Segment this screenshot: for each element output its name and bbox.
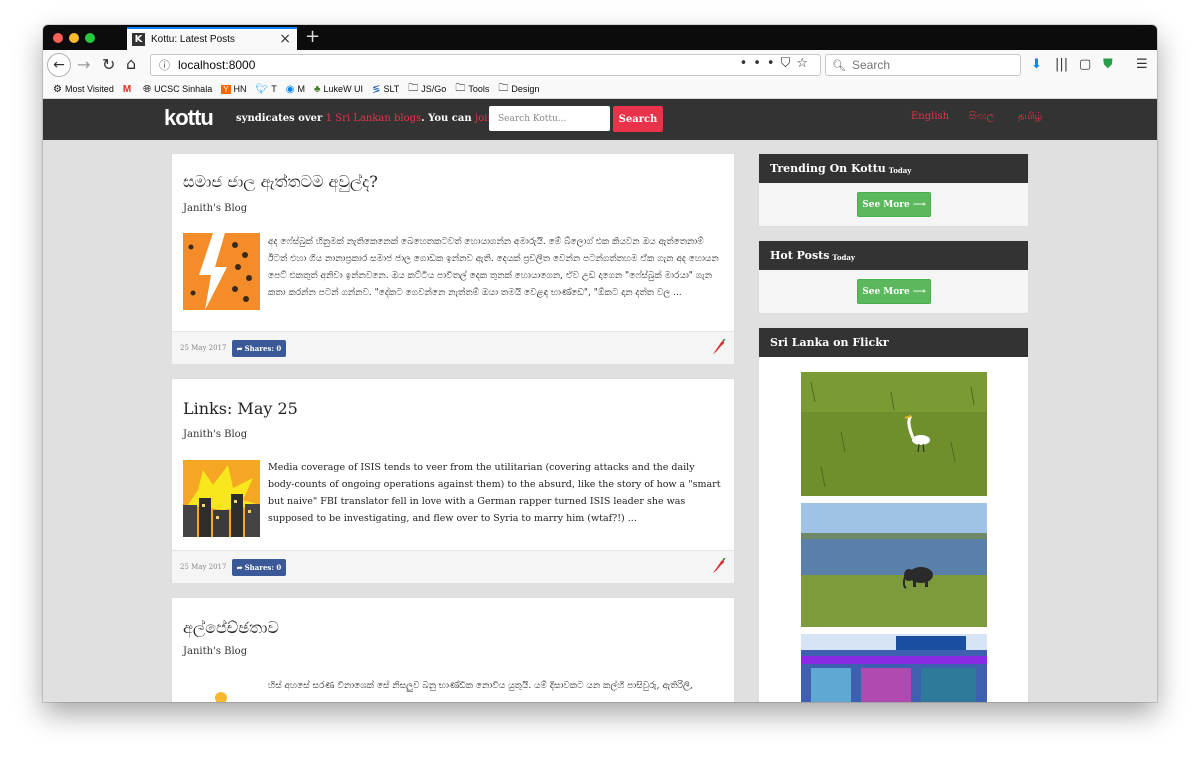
kottu-logo[interactable]: kottu	[164, 105, 214, 131]
post-title[interactable]: Links: May 25	[183, 399, 298, 418]
blogs-link[interactable]: 1 Sri Lankan blogs	[326, 113, 421, 124]
flickr-photo-egret[interactable]	[801, 372, 987, 496]
reload-button[interactable]: ↻	[102, 55, 115, 74]
gear-icon: ⚙	[53, 83, 62, 95]
post-excerpt: Media coverage of ISIS tends to veer fro…	[268, 462, 721, 524]
flickr-widget-title: Sri Lanka on Flickr	[759, 328, 1028, 357]
post-thumbnail-city[interactable]	[183, 460, 260, 537]
bookmark-messenger[interactable]: ◉ M	[286, 84, 305, 95]
forward-button[interactable]: →	[77, 55, 90, 74]
kottu-search-button[interactable]: Search	[613, 106, 663, 132]
kottu-favicon-icon: K	[132, 33, 145, 46]
search-icon: 🔍︎	[832, 58, 846, 72]
kottu-search-input[interactable]: Search Kottu...	[489, 106, 610, 131]
bookmarks-bar: ⚙ Most Visited M 🌐︎ UCSC Sinhala Y HN 🐦︎ T ◉…	[43, 80, 1157, 99]
browser-search-placeholder: Search	[851, 58, 890, 72]
folder-icon: 🗀	[455, 82, 466, 94]
post-card: Links: May 25 Janith's Blog Media covera…	[171, 378, 735, 583]
post-title[interactable]: අල්පේච්ඡතාව	[183, 618, 279, 638]
bookmark-twitter[interactable]: 🐦︎ T	[256, 84, 277, 95]
post-excerpt: අද ෆේස්බුක් හිනුමක් නැතිකෙනෙක් බෙහෙතකටවත…	[268, 237, 719, 298]
post-title[interactable]: සමාජ ජාල ඇත්තටම අවුල්ද?	[183, 172, 378, 192]
post-card: අල්පේච්ඡතාව Janith's Blog හිස් අහසේ සරණ …	[171, 597, 735, 702]
slt-icon: ≶	[372, 83, 381, 95]
bookmark-tools[interactable]: 🗀 Tools	[455, 81, 489, 98]
trending-see-more-button[interactable]: See More ⟶	[857, 192, 931, 217]
post-date: 25 May 2017	[180, 563, 227, 571]
language-sinhala-link[interactable]: සිංහල	[969, 111, 994, 122]
lukew-icon: ♣	[313, 83, 321, 95]
hot-posts-widget: Hot Posts Today See More ⟶	[758, 240, 1029, 314]
messenger-icon: ◉	[285, 83, 295, 95]
share-arrow-icon: ➦	[236, 563, 243, 572]
bookmark-ucsc-sinhala[interactable]: 🌐︎ UCSC Sinhala	[143, 84, 212, 95]
back-button[interactable]: ←	[47, 53, 71, 77]
bookmark-slt[interactable]: ≶ SLT	[372, 84, 399, 95]
hot-posts-widget-title: Hot Posts Today	[759, 241, 1028, 270]
info-icon[interactable]: ⓘ	[159, 57, 170, 73]
folder-icon: 🗀	[408, 82, 419, 94]
browser-search-field[interactable]: 🔍︎ Search	[825, 54, 1021, 76]
post-thumbnail-lightning[interactable]	[183, 233, 260, 310]
bookmark-js-go[interactable]: 🗀 JS/Go	[408, 81, 446, 98]
home-button[interactable]: ⌂	[126, 54, 136, 73]
language-english-link[interactable]: English	[911, 111, 949, 122]
navigation-bar: ← → ↻ ⌂ ⓘ localhost:8000 •••⛉☆ 🔍︎ Search…	[43, 50, 1157, 80]
download-icon[interactable]: ⬇	[1031, 57, 1042, 72]
site-header: kottu syndicates over 1 Sri Lankan blogs…	[43, 99, 1157, 140]
page-actions-icon[interactable]: •••⛉☆	[740, 56, 814, 71]
flickr-photo-elephant[interactable]	[801, 503, 987, 627]
chili-icon	[713, 339, 726, 354]
tab-strip: K Kottu: Latest Posts × +	[43, 25, 1157, 50]
chili-icon	[713, 558, 726, 573]
post-thumbnail[interactable]	[183, 676, 260, 702]
twitter-icon: 🐦︎	[255, 83, 269, 95]
bookmark-hn[interactable]: Y HN	[221, 84, 247, 94]
menu-icon[interactable]: ☰	[1136, 57, 1148, 72]
flickr-widget: Sri Lanka on Flickr	[758, 327, 1029, 702]
hn-icon: Y	[221, 84, 231, 94]
post-blog-name[interactable]: Janith's Blog	[183, 646, 247, 657]
post-footer: 25 May 2017 ➦ Shares: 0	[172, 550, 734, 583]
site-tagline: syndicates over 1 Sri Lankan blogs. You …	[236, 113, 517, 124]
flickr-photo-shop[interactable]	[801, 634, 987, 702]
language-tamil-link[interactable]: தமிழ்	[1018, 111, 1042, 123]
gmail-icon: M	[122, 83, 132, 95]
share-button[interactable]: ➦ Shares: 0	[232, 559, 286, 576]
folder-icon: 🗀	[498, 82, 509, 94]
tab-kottu[interactable]: K Kottu: Latest Posts ×	[127, 27, 297, 50]
new-tab-icon[interactable]: +	[305, 26, 320, 47]
content-area: සමාජ ජාල ඇත්තටම අවුල්ද? Janith's Blog අද…	[43, 140, 1157, 702]
share-arrow-icon: ➦	[236, 344, 243, 353]
tab-title: Kottu: Latest Posts	[151, 34, 235, 45]
url-text: localhost:8000	[178, 58, 256, 72]
globe-icon: 🌐︎	[143, 83, 152, 95]
post-excerpt: හිස් අහසේ සරණ විනාශෙක් සේ නිසලුව බනු භාණ…	[268, 681, 693, 691]
bookmark-design[interactable]: 🗀 Design	[498, 81, 539, 98]
bookmark-lukew-ui[interactable]: ♣ LukeW UI	[314, 84, 363, 95]
trending-widget-title: Trending On Kottu Today	[759, 154, 1028, 183]
share-button[interactable]: ➦ Shares: 0	[232, 340, 286, 357]
bookmark-most-visited[interactable]: ⚙ Most Visited	[53, 84, 114, 95]
extension-shield-icon[interactable]: ⛊	[1103, 57, 1113, 72]
post-blog-name[interactable]: Janith's Blog	[183, 429, 247, 440]
bookmark-gmail[interactable]: M	[123, 84, 134, 95]
close-tab-icon[interactable]: ×	[279, 31, 291, 47]
trending-widget: Trending On Kottu Today See More ⟶	[758, 153, 1029, 227]
library-icon[interactable]: |||	[1055, 57, 1068, 72]
url-bar[interactable]: ⓘ localhost:8000 •••⛉☆	[150, 54, 821, 76]
close-window-button[interactable]	[53, 33, 63, 43]
sidebar-toggle-icon[interactable]: ▢	[1079, 57, 1091, 72]
minimize-window-button[interactable]	[69, 33, 79, 43]
maximize-window-button[interactable]	[85, 33, 95, 43]
post-footer: 25 May 2017 ➦ Shares: 0	[172, 331, 734, 364]
post-card: සමාජ ජාල ඇත්තටම අවුල්ද? Janith's Blog අද…	[171, 153, 735, 364]
post-blog-name[interactable]: Janith's Blog	[183, 203, 247, 214]
browser-window: K Kottu: Latest Posts × + ← → ↻ ⌂ ⓘ loca…	[43, 25, 1157, 702]
hot-posts-see-more-button[interactable]: See More ⟶	[857, 279, 931, 304]
post-date: 25 May 2017	[180, 344, 227, 352]
